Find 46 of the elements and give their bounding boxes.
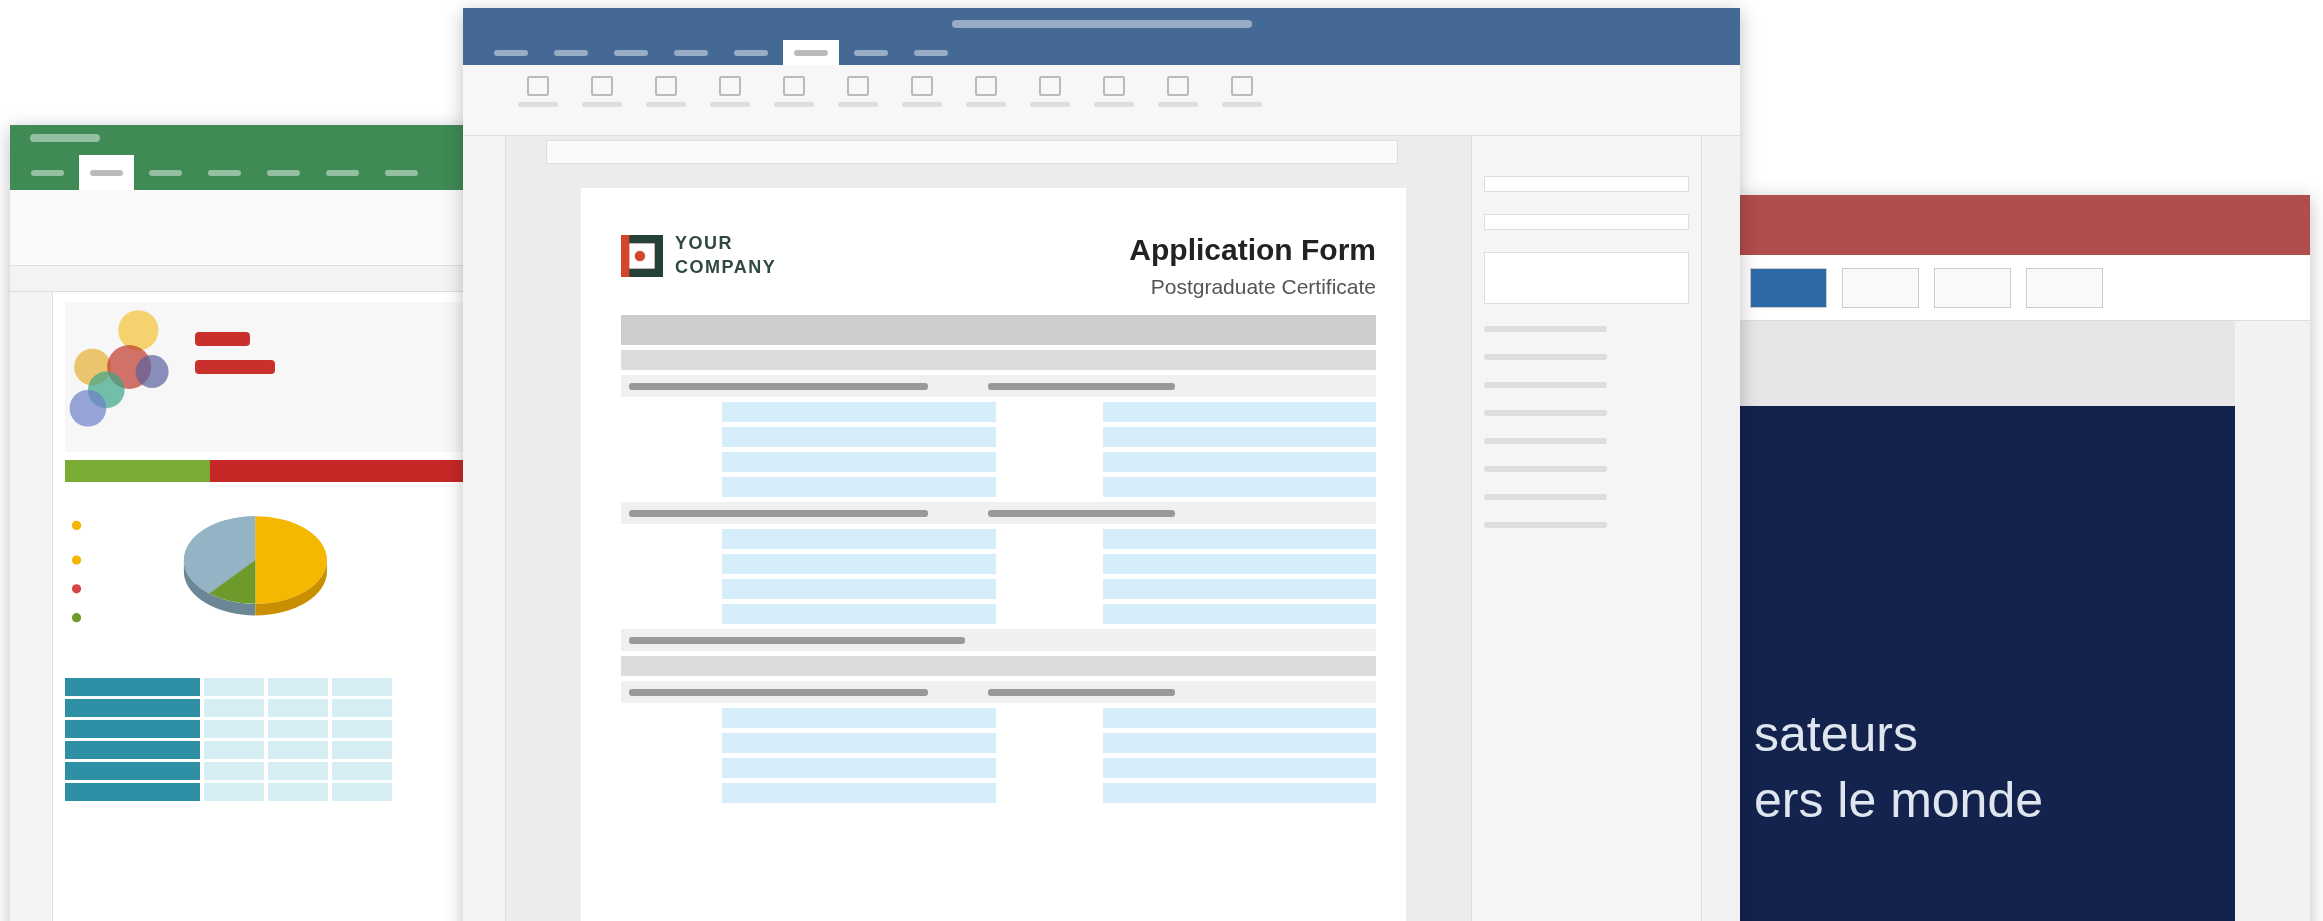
- ribbon-tab[interactable]: [79, 155, 134, 190]
- logo-icon: [621, 234, 663, 277]
- input-field[interactable]: [1102, 758, 1376, 778]
- company-name-line: COMPANY: [675, 257, 777, 278]
- input-field[interactable]: [1102, 529, 1376, 549]
- input-field[interactable]: [1102, 554, 1376, 574]
- input-field[interactable]: [722, 554, 996, 574]
- input-field[interactable]: [722, 427, 996, 447]
- input-field[interactable]: [1102, 604, 1376, 624]
- company-name-line: YOUR: [675, 233, 733, 254]
- text-area[interactable]: [1484, 252, 1689, 304]
- slide-heading-line: ers le monde: [1754, 772, 2044, 828]
- input-field[interactable]: [722, 783, 996, 803]
- illegible-text: [30, 133, 100, 142]
- legend-dot: [71, 584, 82, 594]
- input-field[interactable]: [1484, 176, 1689, 192]
- form-subtitle: Postgraduate Certificate: [1150, 275, 1376, 299]
- input-field[interactable]: [1102, 402, 1376, 422]
- input-field[interactable]: [1102, 783, 1376, 803]
- ribbon-tab[interactable]: [783, 40, 839, 65]
- input-field[interactable]: [722, 733, 996, 753]
- input-field[interactable]: [722, 758, 996, 778]
- input-field[interactable]: [1102, 427, 1376, 447]
- legend-dot: [71, 520, 82, 530]
- input-field[interactable]: [722, 477, 996, 497]
- input-field[interactable]: [1102, 708, 1376, 728]
- slide-heading-line: sateurs: [1754, 706, 1918, 762]
- style-thumbnail[interactable]: [1842, 267, 1919, 308]
- legend-dot: [71, 613, 82, 623]
- illegible-text: [195, 332, 250, 346]
- input-field[interactable]: [722, 402, 996, 422]
- input-field[interactable]: [722, 708, 996, 728]
- input-field[interactable]: [722, 604, 996, 624]
- input-field[interactable]: [1102, 733, 1376, 753]
- style-thumbnail[interactable]: [1750, 267, 1827, 308]
- input-field[interactable]: [722, 529, 996, 549]
- input-field[interactable]: [722, 452, 996, 472]
- legend-dot: [71, 555, 82, 565]
- input-field[interactable]: [1102, 477, 1376, 497]
- form-title: Application Form: [1129, 233, 1376, 267]
- input-field[interactable]: [1484, 214, 1689, 230]
- input-field[interactable]: [722, 579, 996, 599]
- input-field[interactable]: [1102, 579, 1376, 599]
- style-thumbnail[interactable]: [2026, 267, 2103, 308]
- style-thumbnail[interactable]: [1934, 267, 2011, 308]
- input-field[interactable]: [1102, 452, 1376, 472]
